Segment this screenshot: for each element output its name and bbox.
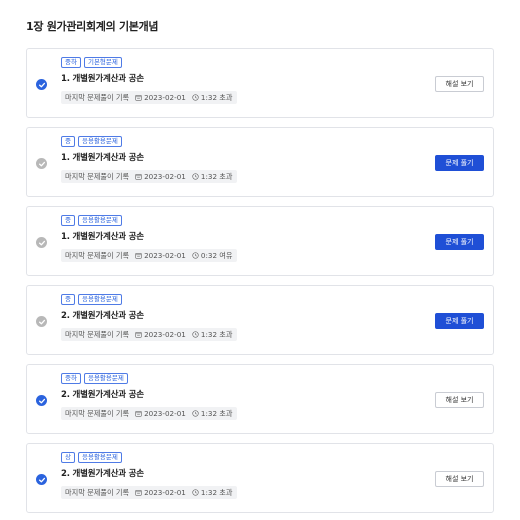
calendar-icon [135,489,142,496]
last-attempt-label: 마지막 문제풀이 기록 [65,171,130,181]
time-group: 0:32 여유 [192,251,233,261]
problem-tags: 중하 기본형문제 [61,57,122,68]
calendar-icon [135,94,142,101]
problem-card: 중하 기본형문제 1. 개별원가계산과 공손 마지막 문제풀이 기록 2023-… [26,48,494,118]
view-solution-button[interactable]: 해설 보기 [435,392,484,408]
chapter-title: 1장 원가관리회계의 기본개념 [26,20,159,33]
solve-problem-button[interactable]: 문제 풀기 [435,155,484,171]
clock-icon [192,489,199,496]
time-group: 1:32 초과 [192,93,233,103]
last-attempt-record: 마지막 문제풀이 기록 2023-02-01 1:32 초과 [61,407,237,420]
problem-tags: 상 응용활용문제 [61,452,122,463]
time-group: 1:32 초과 [192,330,233,340]
category-tag: 응용활용문제 [77,136,122,147]
last-attempt-record: 마지막 문제풀이 기록 2023-02-01 0:32 여유 [61,249,237,262]
difficulty-tag: 중하 [61,57,81,68]
problem-tags: 중하 응용활용문제 [61,373,128,384]
problem-title: 2. 개별원가계산과 공손 [61,469,144,479]
time-group: 1:32 초과 [192,172,233,182]
category-tag: 응용활용문제 [77,294,122,305]
problem-title: 2. 개별원가계산과 공손 [61,311,144,321]
category-tag: 응용활용문제 [77,452,122,463]
difficulty-tag: 중 [61,215,75,226]
attempt-time: 1:32 초과 [200,171,233,181]
check-circle-icon [36,474,47,485]
problem-title: 1. 개별원가계산과 공손 [61,153,144,163]
problem-title: 1. 개별원가계산과 공손 [61,74,144,84]
clock-icon [192,252,199,259]
last-attempt-record: 마지막 문제풀이 기록 2023-02-01 1:32 초과 [61,328,237,341]
attempt-time: 1:32 초과 [200,487,233,497]
category-tag: 기본형문제 [83,57,122,68]
difficulty-tag: 중 [61,294,75,305]
date-group: 2023-02-01 [135,488,186,497]
category-tag: 응용활용문제 [83,373,128,384]
attempt-date: 2023-02-01 [144,488,186,497]
difficulty-tag: 중 [61,136,75,147]
clock-icon [192,331,199,338]
problem-card: 상 응용활용문제 2. 개별원가계산과 공손 마지막 문제풀이 기록 2023-… [26,443,494,513]
attempt-time: 0:32 여유 [200,250,233,260]
last-attempt-label: 마지막 문제풀이 기록 [65,408,130,418]
date-group: 2023-02-01 [135,330,186,339]
view-solution-button[interactable]: 해설 보기 [435,76,484,92]
check-circle-gray-icon [36,237,47,248]
problem-card: 중 응용활용문제 1. 개별원가계산과 공손 마지막 문제풀이 기록 2023-… [26,127,494,197]
date-group: 2023-02-01 [135,172,186,181]
difficulty-tag: 중하 [61,373,81,384]
problem-card: 중하 응용활용문제 2. 개별원가계산과 공손 마지막 문제풀이 기록 2023… [26,364,494,434]
calendar-icon [135,410,142,417]
check-circle-icon [36,395,47,406]
problem-tags: 중 응용활용문제 [61,136,122,147]
solve-problem-button[interactable]: 문제 풀기 [435,234,484,250]
time-group: 1:32 초과 [192,409,233,419]
check-circle-icon [36,79,47,90]
last-attempt-record: 마지막 문제풀이 기록 2023-02-01 1:32 초과 [61,486,237,499]
calendar-icon [135,252,142,259]
last-attempt-label: 마지막 문제풀이 기록 [65,250,130,260]
problem-card: 중 응용활용문제 1. 개별원가계산과 공손 마지막 문제풀이 기록 2023-… [26,206,494,276]
time-group: 1:32 초과 [192,488,233,498]
attempt-date: 2023-02-01 [144,330,186,339]
date-group: 2023-02-01 [135,93,186,102]
problem-tags: 중 응용활용문제 [61,294,122,305]
last-attempt-label: 마지막 문제풀이 기록 [65,92,130,102]
attempt-time: 1:32 초과 [200,408,233,418]
attempt-date: 2023-02-01 [144,93,186,102]
last-attempt-record: 마지막 문제풀이 기록 2023-02-01 1:32 초과 [61,91,237,104]
check-circle-gray-icon [36,316,47,327]
attempt-time: 1:32 초과 [200,92,233,102]
solve-problem-button[interactable]: 문제 풀기 [435,313,484,329]
problem-title: 1. 개별원가계산과 공손 [61,232,144,242]
problem-title: 2. 개별원가계산과 공손 [61,390,144,400]
attempt-time: 1:32 초과 [200,329,233,339]
calendar-icon [135,331,142,338]
last-attempt-record: 마지막 문제풀이 기록 2023-02-01 1:32 초과 [61,170,237,183]
category-tag: 응용활용문제 [77,215,122,226]
date-group: 2023-02-01 [135,251,186,260]
last-attempt-label: 마지막 문제풀이 기록 [65,329,130,339]
attempt-date: 2023-02-01 [144,409,186,418]
check-circle-gray-icon [36,158,47,169]
calendar-icon [135,173,142,180]
view-solution-button[interactable]: 해설 보기 [435,471,484,487]
clock-icon [192,410,199,417]
last-attempt-label: 마지막 문제풀이 기록 [65,487,130,497]
problem-tags: 중 응용활용문제 [61,215,122,226]
clock-icon [192,94,199,101]
difficulty-tag: 상 [61,452,75,463]
date-group: 2023-02-01 [135,409,186,418]
problem-card: 중 응용활용문제 2. 개별원가계산과 공손 마지막 문제풀이 기록 2023-… [26,285,494,355]
clock-icon [192,173,199,180]
problem-list-page: 1장 원가관리회계의 기본개념 중하 기본형문제 1. 개별원가계산과 공손 마… [0,0,520,520]
attempt-date: 2023-02-01 [144,172,186,181]
attempt-date: 2023-02-01 [144,251,186,260]
